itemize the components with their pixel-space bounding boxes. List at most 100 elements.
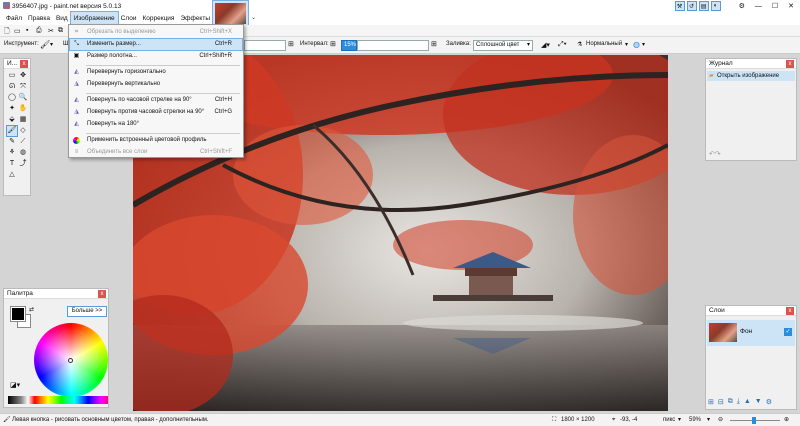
- history-item[interactable]: ▰ Открыть изображение: [707, 71, 795, 81]
- image-size: 1800 × 1200: [561, 417, 595, 423]
- menu-item-rotate-cw[interactable]: ◭ Повернуть по часовой стрелке на 90° Ctrl…: [70, 95, 242, 106]
- interval-slider[interactable]: [357, 40, 429, 51]
- layers-panel-close-button[interactable]: x: [786, 307, 794, 315]
- menu-item-color-profile[interactable]: Применить встроенный цветовой профиль: [70, 135, 242, 146]
- units-select[interactable]: пикс: [663, 414, 675, 426]
- add-layer-icon[interactable]: ⊞: [708, 398, 714, 406]
- copy-icon[interactable]: ⧉: [58, 27, 63, 35]
- palette-reset-icon[interactable]: ◪▾: [10, 381, 20, 389]
- width-stepper-icon[interactable]: ⊞: [288, 40, 294, 48]
- colors-toggle-icon[interactable]: ◐: [710, 1, 721, 11]
- ellipse-select-icon[interactable]: ◯: [7, 93, 17, 103]
- clone-stamp-icon[interactable]: ⚘: [7, 148, 17, 158]
- menu-edit[interactable]: Правка: [25, 12, 53, 25]
- color-picker-icon[interactable]: ⟋: [18, 137, 28, 147]
- rect-select-icon[interactable]: ▭: [7, 71, 17, 81]
- brush-icon[interactable]: 🖌: [40, 40, 50, 49]
- save-icon[interactable]: ▪: [26, 27, 28, 34]
- fill-select[interactable]: Сплошной цвет ▾: [473, 40, 533, 51]
- magic-wand-icon[interactable]: ✦: [7, 104, 17, 114]
- history-panel-header: Журнал x: [706, 59, 796, 69]
- menu-item-rotate-ccw[interactable]: ◮ Повернуть против часовой стрелки на 90°…: [70, 107, 242, 118]
- history-toggle-icon[interactable]: ↺: [686, 1, 697, 11]
- tool-dropdown-icon[interactable]: ▾: [50, 41, 53, 48]
- maximize-button[interactable]: ☐: [772, 2, 778, 10]
- flip-horizontal-icon: ◭: [74, 69, 79, 75]
- pan-icon[interactable]: ✋: [18, 104, 28, 114]
- line-curve-icon[interactable]: ⤴: [18, 159, 28, 169]
- history-panel-close-button[interactable]: x: [786, 60, 794, 68]
- recolor-icon[interactable]: ◍: [18, 148, 28, 158]
- blend-mode-icon: ⚗: [577, 42, 583, 48]
- palette-color-strip[interactable]: [8, 396, 108, 404]
- thumbnail-dropdown-icon[interactable]: ⌄: [251, 14, 256, 21]
- tools-toggle-icon[interactable]: ⚒: [674, 1, 685, 11]
- menu-item-rotate-180[interactable]: ◭ Повернуть на 180°: [70, 119, 242, 130]
- settings-icon[interactable]: ⚙: [739, 2, 745, 10]
- app-icon: [3, 2, 10, 9]
- shapes-icon[interactable]: △: [7, 170, 17, 180]
- menu-file[interactable]: Файл: [3, 12, 25, 25]
- units-dropdown-icon[interactable]: ▾: [678, 414, 681, 426]
- delete-layer-icon[interactable]: ⊟: [718, 398, 724, 406]
- zoom-in-icon[interactable]: ⊕: [784, 414, 789, 426]
- layer-visibility-checkbox[interactable]: ✓: [784, 328, 792, 336]
- move-pixels-icon[interactable]: ⤧: [18, 82, 28, 92]
- interval-reset-icon[interactable]: ⊞: [431, 40, 437, 48]
- flip-vertical-icon: ◮: [74, 81, 79, 87]
- undo-icon[interactable]: ↶↷: [709, 150, 721, 158]
- gradient-icon[interactable]: ▦: [18, 115, 28, 125]
- text-icon[interactable]: T: [7, 159, 17, 169]
- interval-stepper-icon[interactable]: ⊞: [330, 40, 336, 48]
- menu-item-crop[interactable]: ⌗ Обрезать по выделению Ctrl+Shift+X: [70, 27, 242, 38]
- print-icon[interactable]: ⎙: [36, 27, 42, 35]
- zoom-out-icon[interactable]: ⊖: [718, 414, 723, 426]
- width-field[interactable]: [244, 40, 286, 51]
- move-selection-icon[interactable]: ✥: [18, 71, 28, 81]
- palette-panel-close-button[interactable]: x: [98, 290, 106, 298]
- eraser-icon[interactable]: ◇: [18, 126, 28, 136]
- lasso-icon[interactable]: ᘏ: [7, 82, 17, 92]
- interval-value[interactable]: 15%: [341, 40, 357, 51]
- open-file-icon[interactable]: ▭: [14, 27, 21, 35]
- crop-icon: ⌗: [74, 29, 79, 35]
- move-layer-down-icon[interactable]: ▼: [755, 398, 762, 406]
- zoom-icon[interactable]: 🔍: [18, 93, 28, 103]
- tools-panel-close-button[interactable]: x: [20, 60, 28, 68]
- minimize-button[interactable]: —: [755, 3, 762, 10]
- blend-icon[interactable]: ⤢▾: [558, 41, 567, 49]
- swap-colors-icon[interactable]: ⇄: [29, 306, 34, 313]
- primary-color-swatch[interactable]: [10, 306, 26, 322]
- zoom-dropdown-icon[interactable]: ▾: [707, 414, 710, 426]
- menu-item-flatten[interactable]: ≡ Объединить все слои Ctrl+Shift+F: [70, 147, 242, 158]
- move-layer-up-icon[interactable]: ▲: [744, 398, 751, 406]
- merge-down-icon[interactable]: ⤓: [737, 398, 740, 406]
- paint-bucket-icon[interactable]: ⬙: [7, 115, 17, 125]
- paintbrush-icon[interactable]: 🖌: [6, 125, 18, 137]
- blend-dropdown-icon[interactable]: ▾: [625, 41, 628, 48]
- layers-panel-header: Слои x: [706, 306, 796, 316]
- cut-icon[interactable]: ✂: [48, 27, 54, 35]
- alpha-icon[interactable]: ◍: [633, 40, 640, 49]
- color-wheel-cursor[interactable]: [68, 358, 73, 363]
- blend-mode-value[interactable]: Нормальный: [586, 41, 622, 47]
- menu-item-flip-vertical[interactable]: ◮ Перевернуть вертикально: [70, 79, 242, 90]
- duplicate-layer-icon[interactable]: ⧉: [728, 398, 733, 406]
- zoom-value[interactable]: 59%: [689, 414, 701, 426]
- menu-separator: [86, 133, 240, 134]
- pencil-icon[interactable]: ✎: [7, 137, 17, 147]
- antialias-icon[interactable]: ◢▾: [541, 41, 550, 49]
- close-button[interactable]: ✕: [788, 2, 794, 10]
- layer-properties-icon[interactable]: ⚙: [766, 398, 772, 406]
- layers-toggle-icon[interactable]: ▤: [698, 1, 709, 11]
- document-thumbnail-tab[interactable]: [212, 0, 249, 26]
- rotate-180-icon: ◭: [74, 121, 79, 127]
- menu-item-flip-horizontal[interactable]: ◭ Перевернуть горизонтально: [70, 67, 242, 78]
- menu-item-canvas-size[interactable]: ▣ Размер полотна... Ctrl+Shift+R: [70, 51, 242, 62]
- layers-panel-title: Слои: [709, 307, 725, 314]
- alpha-dropdown-icon[interactable]: ▾: [642, 41, 645, 48]
- more-button[interactable]: Больше >>: [67, 306, 107, 317]
- layer-row[interactable]: Фон ✓: [707, 320, 795, 346]
- zoom-slider-thumb[interactable]: [752, 417, 756, 424]
- menu-item-resize[interactable]: ⤡ Изменить размер... Ctrl+R: [69, 38, 243, 51]
